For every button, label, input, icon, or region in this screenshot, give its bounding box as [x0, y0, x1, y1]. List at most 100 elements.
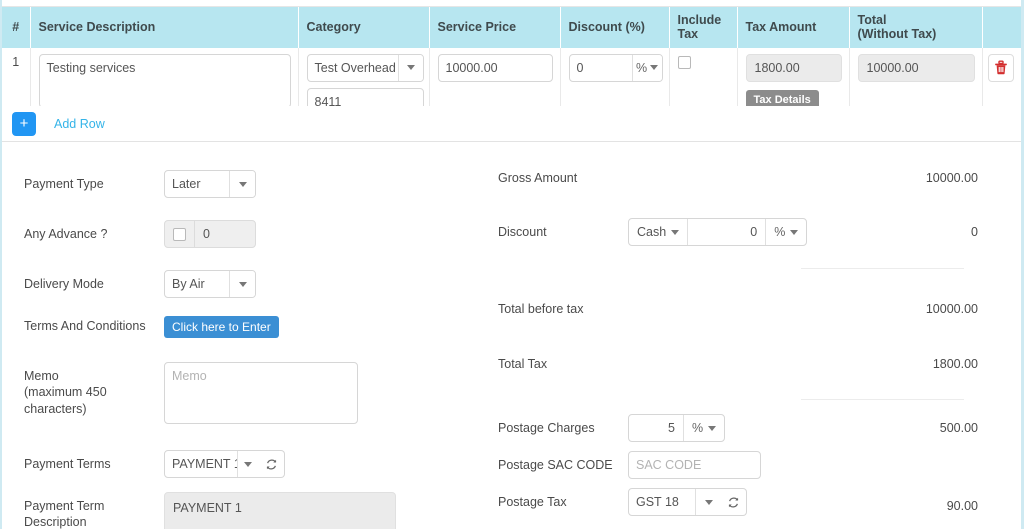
delivery-mode-label: Delivery Mode	[24, 277, 104, 291]
lower-form-section: Payment Type Later Any Advance ? 0 Deliv…	[2, 142, 1021, 529]
discount-unit-label: %	[774, 225, 786, 239]
trash-icon	[994, 60, 1007, 75]
add-row-label[interactable]: Add Row	[54, 117, 105, 131]
discount-percent-group[interactable]: 0 %	[568, 53, 663, 82]
chevron-down-icon	[695, 489, 721, 515]
total-before-tax-value: 10000.00	[925, 302, 978, 316]
summary-postage-sac-code: Postage SAC CODE	[486, 451, 1021, 479]
field-terms-and-conditions: Terms And Conditions Click here to Enter	[2, 312, 486, 338]
summary-discount: Discount Cash 0 % 0	[486, 218, 1021, 246]
header-tax-amount: Tax Amount	[737, 7, 850, 48]
summary-total-before-tax: Total before tax 10000.00	[486, 295, 1021, 323]
header-include-tax-line1: Include	[677, 13, 722, 27]
header-actions	[982, 7, 1021, 48]
postage-charges-unit-select[interactable]: %	[684, 415, 724, 441]
payment-terms-refresh-button[interactable]	[259, 450, 285, 478]
header-total-without-tax: Total (Without Tax)	[849, 7, 983, 48]
terms-and-conditions-label: Terms And Conditions	[24, 319, 146, 333]
postage-tax-refresh-button[interactable]	[721, 488, 747, 516]
table-header-row: # Service Description Category Service P…	[2, 7, 1021, 48]
discount-unit-select[interactable]: %	[766, 219, 806, 245]
postage-sac-code-label: Postage SAC CODE	[498, 458, 613, 472]
header-total-line2: (Without Tax)	[857, 27, 937, 42]
payment-type-select[interactable]: Later	[164, 170, 256, 198]
total-before-tax-label: Total before tax	[498, 302, 584, 316]
header-service-description: Service Description	[30, 7, 299, 48]
memo-label: Memo (maximum 450 characters)	[24, 362, 164, 417]
payment-type-label: Payment Type	[24, 177, 104, 191]
terms-and-conditions-button[interactable]: Click here to Enter	[164, 316, 279, 338]
any-advance-label: Any Advance ?	[24, 227, 108, 241]
header-include-tax: Include Tax	[669, 7, 738, 48]
header-service-price: Service Price	[429, 7, 561, 48]
payment-term-description-label: Payment Term Description	[24, 499, 105, 529]
total-tax-label: Total Tax	[498, 357, 548, 371]
postage-charges-input[interactable]: 5	[629, 415, 684, 441]
add-row-button[interactable]: +	[12, 111, 36, 136]
any-advance-group[interactable]: 0	[164, 220, 256, 248]
delivery-mode-value: By Air	[172, 277, 205, 291]
tax-amount-value: 1800.00	[745, 53, 842, 82]
service-price-input[interactable]	[437, 53, 553, 82]
left-form-column: Payment Type Later Any Advance ? 0 Deliv…	[2, 142, 486, 529]
discount-control-group: Cash 0 %	[628, 218, 808, 246]
discount-input-group[interactable]: Cash 0 %	[628, 218, 808, 246]
any-advance-amount[interactable]: 0	[195, 221, 255, 247]
invoice-line-items-page: # Service Description Category Service P…	[0, 0, 1024, 529]
summary-divider-2	[801, 399, 964, 400]
service-description-input[interactable]	[38, 53, 291, 108]
payment-terms-combo: PAYMENT 1	[164, 450, 285, 478]
field-payment-terms: Payment Terms PAYMENT 1	[2, 450, 486, 478]
postage-charges-group[interactable]: 5 %	[628, 414, 726, 442]
refresh-icon	[266, 459, 277, 469]
total-without-tax-value: 10000.00	[857, 53, 975, 82]
add-row-bar: + Add Row	[2, 106, 1021, 142]
summary-gross-amount: Gross Amount 10000.00	[486, 164, 1021, 192]
discount-value[interactable]: 0	[570, 55, 632, 81]
discount-unit-select[interactable]: %	[631, 54, 662, 81]
header-total-line1: Total	[857, 13, 887, 27]
chevron-down-icon	[229, 271, 255, 297]
field-delivery-mode: Delivery Mode By Air	[2, 270, 486, 298]
memo-label-line2: (maximum 450 characters)	[24, 385, 107, 416]
memo-label-line1: Memo	[24, 369, 59, 383]
discount-mode-value: Cash	[637, 225, 667, 239]
postage-charges-control: 5 %	[628, 414, 726, 442]
payment-terms-select[interactable]: PAYMENT 1	[164, 450, 260, 478]
postage-tax-value: GST 18	[636, 495, 679, 509]
discount-unit-label: %	[635, 60, 648, 75]
discount-label: Discount	[498, 225, 547, 239]
summary-total-tax: Total Tax 1800.00	[486, 350, 1021, 378]
discount-amount-input[interactable]: 0	[688, 219, 767, 245]
postage-tax-amount: 90.00	[946, 499, 978, 513]
postage-tax-select[interactable]: GST 18	[628, 488, 722, 516]
field-payment-term-description: Payment Term Description PAYMENT 1	[2, 492, 486, 529]
payment-terms-value: PAYMENT 1	[172, 457, 237, 471]
gross-amount-value: 10000.00	[925, 171, 978, 185]
chevron-down-icon	[397, 54, 423, 81]
discount-mode-select[interactable]: Cash	[629, 219, 689, 245]
postage-charges-unit-label: %	[692, 421, 704, 435]
include-tax-checkbox[interactable]	[677, 56, 691, 70]
field-payment-type: Payment Type Later	[2, 170, 486, 198]
top-edge-divider	[2, 0, 1021, 7]
chevron-down-icon	[236, 451, 259, 477]
total-tax-value: 1800.00	[932, 357, 978, 371]
any-advance-checkbox-wrap[interactable]	[165, 221, 195, 247]
memo-input[interactable]	[164, 362, 358, 424]
payment-type-value: Later	[172, 177, 201, 191]
gross-amount-label: Gross Amount	[498, 171, 578, 185]
postage-sac-code-input[interactable]	[628, 451, 761, 479]
category-select-value: Test Overhead	[314, 60, 396, 75]
delete-row-button[interactable]	[987, 53, 1014, 82]
summary-postage-tax: Postage Tax GST 18 90.00	[486, 488, 1021, 516]
payment-terms-label: Payment Terms	[24, 457, 111, 471]
summary-divider-1	[801, 268, 964, 269]
summary-postage-charges: Postage Charges 5 % 500.00	[486, 414, 1021, 442]
refresh-icon	[728, 497, 739, 507]
any-advance-checkbox[interactable]	[173, 227, 186, 241]
postage-charges-value: 500.00	[939, 421, 978, 435]
delivery-mode-select[interactable]: By Air	[164, 270, 256, 298]
category-select[interactable]: Test Overhead	[306, 53, 424, 82]
summary-column: Gross Amount 10000.00 Discount Cash 0 %	[486, 142, 1021, 527]
